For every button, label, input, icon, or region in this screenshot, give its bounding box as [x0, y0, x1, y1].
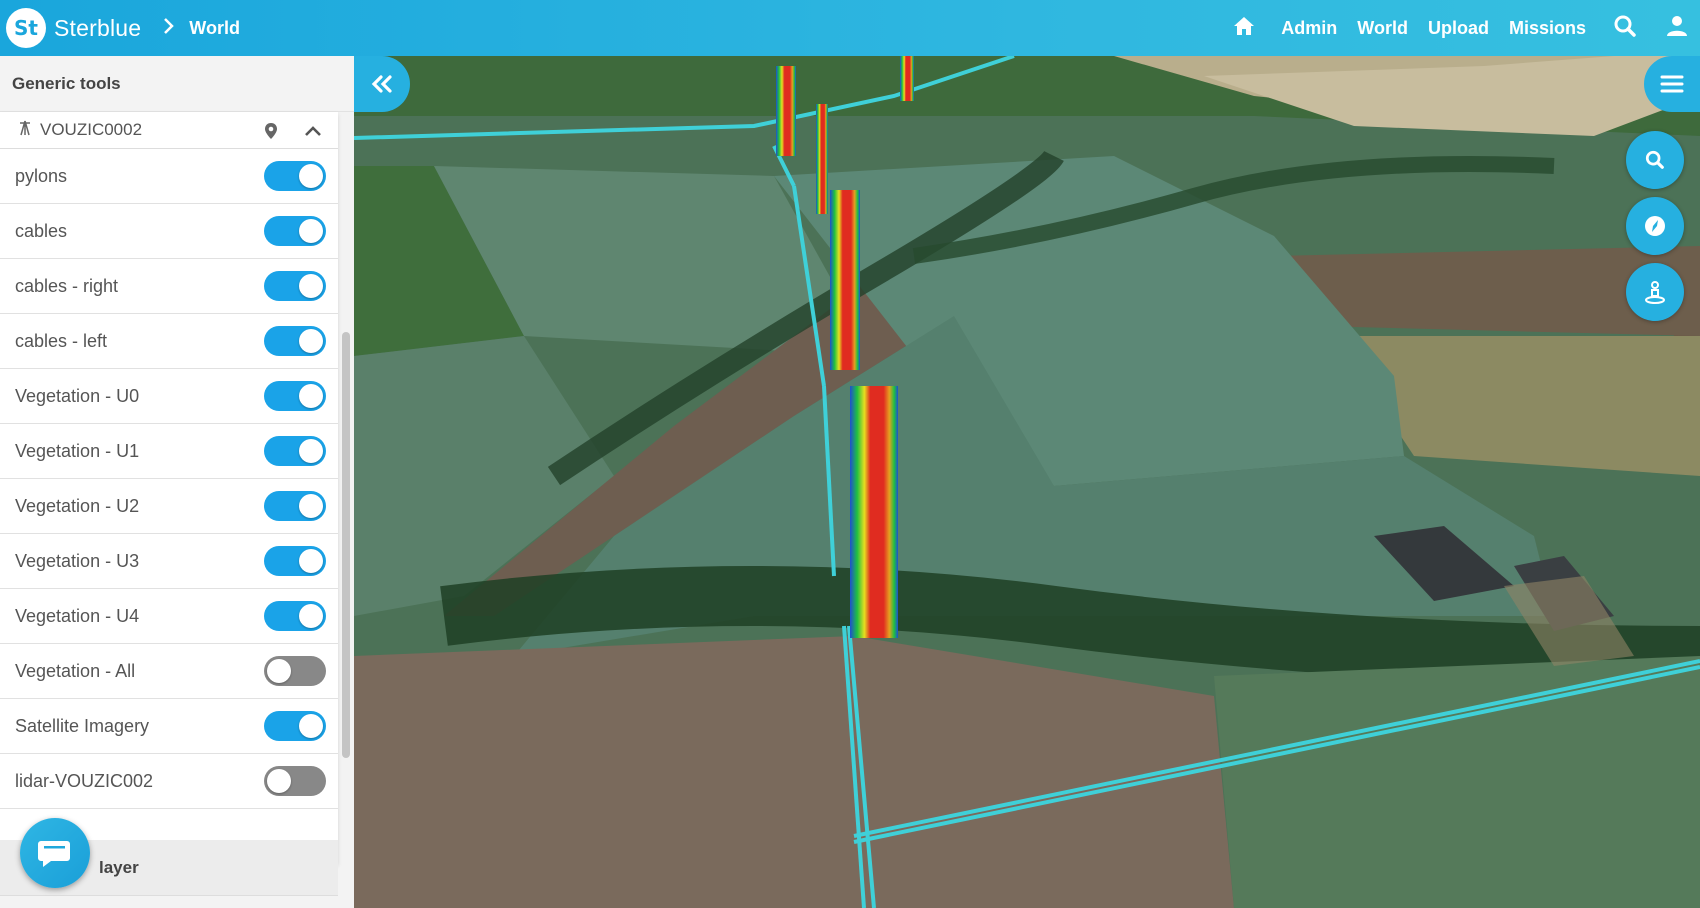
asset-header[interactable]: VOUZIC0002: [0, 112, 338, 149]
map-3d-view[interactable]: [354, 56, 1700, 908]
toggle-knob: [267, 659, 291, 683]
layer-toggle[interactable]: [264, 161, 326, 191]
top-navigation-bar: St Sterblue World Admin World Upload Mis…: [0, 0, 1700, 56]
pylon-4[interactable]: [830, 190, 860, 370]
toggle-knob: [299, 219, 323, 243]
toggle-knob: [299, 604, 323, 628]
layer-toggle[interactable]: [264, 271, 326, 301]
pylon-5[interactable]: [850, 386, 898, 638]
toggle-knob: [299, 549, 323, 573]
layer-label: Vegetation - U0: [15, 385, 140, 406]
layer-label: Vegetation - All: [15, 660, 136, 681]
toggle-knob: [299, 274, 323, 298]
nav-upload[interactable]: Upload: [1428, 18, 1489, 39]
menu-button[interactable]: [1644, 56, 1700, 112]
asset-name: VOUZIC0002: [40, 120, 143, 139]
chat-button[interactable]: [20, 818, 90, 888]
layer-toggle[interactable]: [264, 436, 326, 466]
toggle-knob: [299, 329, 323, 353]
chat-icon: [38, 841, 70, 867]
search-icon: [1645, 150, 1664, 169]
breadcrumb-world[interactable]: World: [189, 18, 240, 39]
layer-list: VOUZIC0002 pylons cables cables - right cab…: [0, 112, 338, 864]
layer-row: lidar-VOUZIC002: [0, 754, 338, 809]
layer-row: Vegetation - U2: [0, 479, 338, 534]
map-search-button[interactable]: [1626, 131, 1684, 189]
layer-toggle[interactable]: [264, 601, 326, 631]
layer-toggle[interactable]: [264, 656, 326, 686]
toggle-knob: [299, 494, 323, 518]
layer-row: Vegetation - U1: [0, 424, 338, 479]
layer-label: Vegetation - U2: [15, 495, 140, 516]
chevron-right-icon: [163, 15, 175, 41]
main-nav: Admin World Upload Missions: [1233, 0, 1700, 56]
layer-label: cables - left: [15, 330, 108, 351]
panel-scrollbar[interactable]: [342, 332, 350, 758]
double-chevron-left-icon: [371, 75, 392, 93]
section-layer-label: layer: [99, 857, 139, 877]
layer-toggle[interactable]: [264, 491, 326, 521]
pylon-2[interactable]: [900, 56, 914, 101]
toggle-knob: [299, 164, 323, 188]
logo-mark-icon: St: [6, 8, 46, 48]
logo[interactable]: St Sterblue: [6, 8, 141, 48]
hamburger-icon: [1660, 75, 1684, 93]
street-view-button[interactable]: [1626, 263, 1684, 321]
layer-toggle[interactable]: [264, 381, 326, 411]
left-panel: Generic tools VOUZIC0002 pylons cables cab…: [0, 56, 354, 908]
layer-row: Vegetation - U3: [0, 534, 338, 589]
chevron-up-icon[interactable]: [304, 122, 322, 142]
layer-row: cables: [0, 204, 338, 259]
compass-icon: [1645, 216, 1665, 236]
pylon-3[interactable]: [816, 104, 828, 214]
layer-row: Vegetation - All: [0, 644, 338, 699]
user-icon[interactable]: [1666, 15, 1688, 42]
layer-label: cables: [15, 220, 68, 241]
search-icon[interactable]: [1614, 15, 1636, 42]
layer-label: Satellite Imagery: [15, 715, 150, 736]
person-icon: [1645, 281, 1665, 304]
nav-missions[interactable]: Missions: [1509, 18, 1586, 39]
layer-toggle[interactable]: [264, 546, 326, 576]
nav-admin[interactable]: Admin: [1281, 18, 1337, 39]
toggle-knob: [299, 439, 323, 463]
compass-button[interactable]: [1626, 197, 1684, 255]
layer-label: lidar-VOUZIC002: [15, 770, 154, 791]
brand-name: Sterblue: [54, 14, 142, 41]
layer-toggle[interactable]: [264, 711, 326, 741]
panel-title: Generic tools: [0, 56, 354, 112]
layer-row: Vegetation - U4: [0, 589, 338, 644]
layer-label: Vegetation - U1: [15, 440, 140, 461]
layer-row: Satellite Imagery: [0, 699, 338, 754]
toggle-knob: [267, 769, 291, 793]
location-pin-icon[interactable]: [264, 122, 278, 145]
layer-row: cables - right: [0, 259, 338, 314]
layer-toggle[interactable]: [264, 326, 326, 356]
home-icon[interactable]: [1233, 16, 1255, 41]
nav-world[interactable]: World: [1357, 18, 1408, 39]
collapse-panel-button[interactable]: [354, 56, 410, 112]
pylon-1[interactable]: [776, 66, 796, 156]
layer-label: cables - right: [15, 275, 119, 296]
layer-row: Vegetation - U0: [0, 369, 338, 424]
toggle-knob: [299, 384, 323, 408]
layer-label: Vegetation - U3: [15, 550, 140, 571]
pylon-icon: [18, 120, 32, 141]
layer-row: cables - left: [0, 314, 338, 369]
layer-toggle[interactable]: [264, 766, 326, 796]
layer-toggle[interactable]: [264, 216, 326, 246]
toggle-knob: [299, 714, 323, 738]
satellite-map[interactable]: [354, 56, 1700, 908]
layer-label: Vegetation - U4: [15, 605, 140, 626]
layer-label: pylons: [15, 165, 68, 186]
layer-row: pylons: [0, 149, 338, 204]
